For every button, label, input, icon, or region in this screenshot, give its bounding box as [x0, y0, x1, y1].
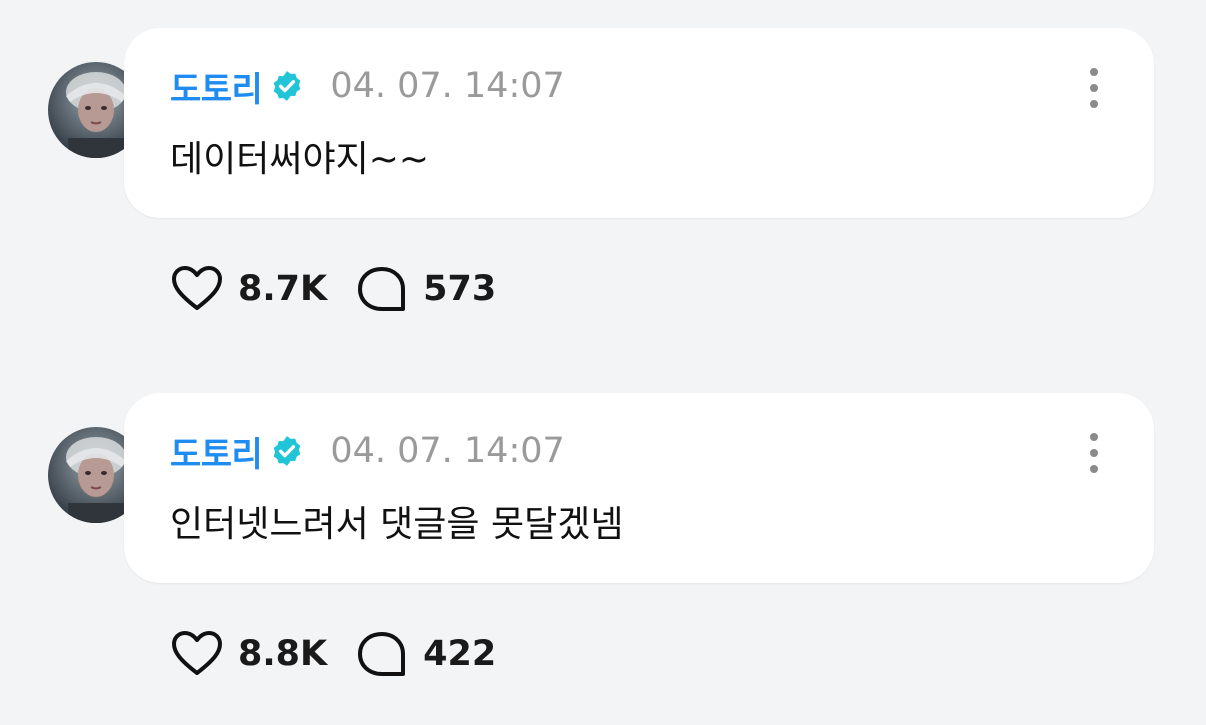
like-count: 8.7K — [238, 269, 328, 309]
comment-text: 데이터써야지~~ — [170, 139, 430, 180]
comment-timestamp: 04. 07. 14:07 — [330, 431, 565, 471]
comment-timestamp: 04. 07. 14:07 — [330, 66, 565, 106]
reply-count: 573 — [423, 269, 497, 309]
author-name[interactable]: 도토리 — [170, 62, 263, 111]
like-button[interactable]: 8.7K — [170, 264, 327, 314]
comment-actions: 8.8K 422 — [170, 629, 496, 679]
like-button[interactable]: 8.8K — [170, 629, 327, 679]
comment-bubble: 도토리 04. 07. 14:07 인터넷느려서 댓글을 못달겠넴 — [124, 393, 1154, 583]
author-name[interactable]: 도토리 — [170, 427, 263, 476]
comment-item: 도토리 04. 07. 14:07 인터넷느려서 댓글을 못달겠넴 8.8K 4… — [0, 393, 1206, 725]
comment-text: 인터넷느려서 댓글을 못달겠넴 — [170, 504, 624, 545]
reply-bubble-icon — [358, 267, 406, 311]
comment-feed: 도토리 04. 07. 14:07 데이터써야지~~ 8.7K 573 도토리 … — [0, 0, 1206, 725]
comment-header: 도토리 04. 07. 14:07 — [170, 62, 565, 111]
comment-bubble: 도토리 04. 07. 14:07 데이터써야지~~ — [124, 28, 1154, 218]
heart-icon — [172, 266, 222, 310]
reply-bubble-icon — [358, 632, 406, 676]
more-options-icon[interactable] — [1086, 68, 1102, 108]
comment-actions: 8.7K 573 — [170, 264, 496, 314]
verified-badge-icon — [274, 71, 301, 101]
more-options-icon[interactable] — [1086, 433, 1102, 473]
like-count: 8.8K — [238, 634, 328, 674]
heart-icon — [172, 631, 222, 675]
reply-button[interactable]: 422 — [355, 629, 496, 679]
reply-button[interactable]: 573 — [355, 264, 496, 314]
comment-item: 도토리 04. 07. 14:07 데이터써야지~~ 8.7K 573 — [0, 28, 1206, 368]
reply-count: 422 — [423, 634, 497, 674]
comment-header: 도토리 04. 07. 14:07 — [170, 427, 565, 476]
verified-badge-icon — [274, 436, 301, 466]
